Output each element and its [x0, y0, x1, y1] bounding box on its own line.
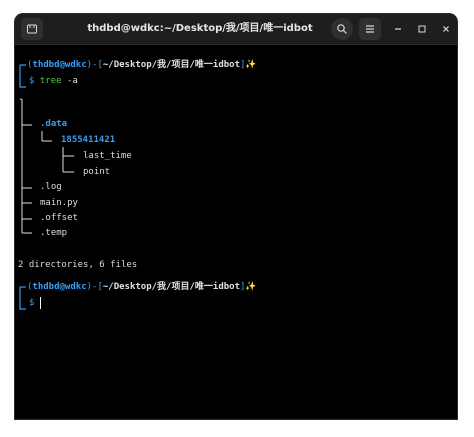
terminal-output[interactable]: (thdbd@wdkc)-[~/Desktop/我/项目/唯一idbot]✨ $… [18, 55, 454, 415]
tree-entry: .offset [40, 213, 78, 223]
tree-entry: last_time [83, 151, 132, 161]
prompt-line-2: (thdbd@wdkc)-[~/Desktop/我/项目/唯一idbot]✨ [27, 282, 257, 292]
prompt-path: ~/Desktop/我/项目/唯一idbot [102, 60, 240, 70]
prompt-user-host: thdbd@wdkc [32, 60, 87, 70]
tree-entry: 1855411421 [61, 135, 116, 145]
command-args: -a [66, 76, 78, 86]
sparkle-icon: ✨ [245, 282, 257, 292]
window-title: thdbd@wdkc:~/Desktop/我/项目/唯一idbot [87, 23, 313, 34]
command-line-2: $ [29, 298, 35, 308]
tree-summary: 2 directories, 6 files [18, 260, 138, 270]
prompt-line-1: (thdbd@wdkc)-[~/Desktop/我/项目/唯一idbot]✨ [27, 60, 257, 70]
new-tab-icon [27, 24, 37, 34]
tree-entry: .log [40, 182, 62, 192]
menu-icon [366, 25, 374, 33]
menu-button[interactable] [359, 18, 381, 40]
search-icon [337, 24, 347, 34]
tree-entry: main.py [40, 198, 78, 208]
maximize-button[interactable] [411, 18, 433, 40]
command-name: tree [39, 76, 62, 86]
prompt-path: ~/Desktop/我/项目/唯一idbot [102, 282, 240, 292]
tree-entry: .data [40, 119, 68, 129]
prompt-user-host: thdbd@wdkc [32, 282, 87, 292]
close-icon [443, 26, 449, 32]
sparkle-icon: ✨ [245, 60, 257, 70]
text-cursor [40, 297, 41, 309]
close-button[interactable] [435, 18, 457, 40]
command-line-1: $ tree -a [29, 76, 78, 86]
search-button[interactable] [331, 18, 353, 40]
new-tab-button[interactable] [21, 18, 43, 40]
tree-entry: point [83, 167, 111, 177]
minimize-button[interactable] [387, 18, 409, 40]
maximize-icon [418, 25, 426, 33]
terminal-window: thdbd@wdkc:~/Desktop/我/项目/唯一idbot (thdbd… [15, 14, 457, 419]
titlebar: thdbd@wdkc:~/Desktop/我/项目/唯一idbot [15, 14, 457, 45]
minimize-icon [395, 28, 401, 30]
tree-entry: .temp [40, 228, 68, 238]
